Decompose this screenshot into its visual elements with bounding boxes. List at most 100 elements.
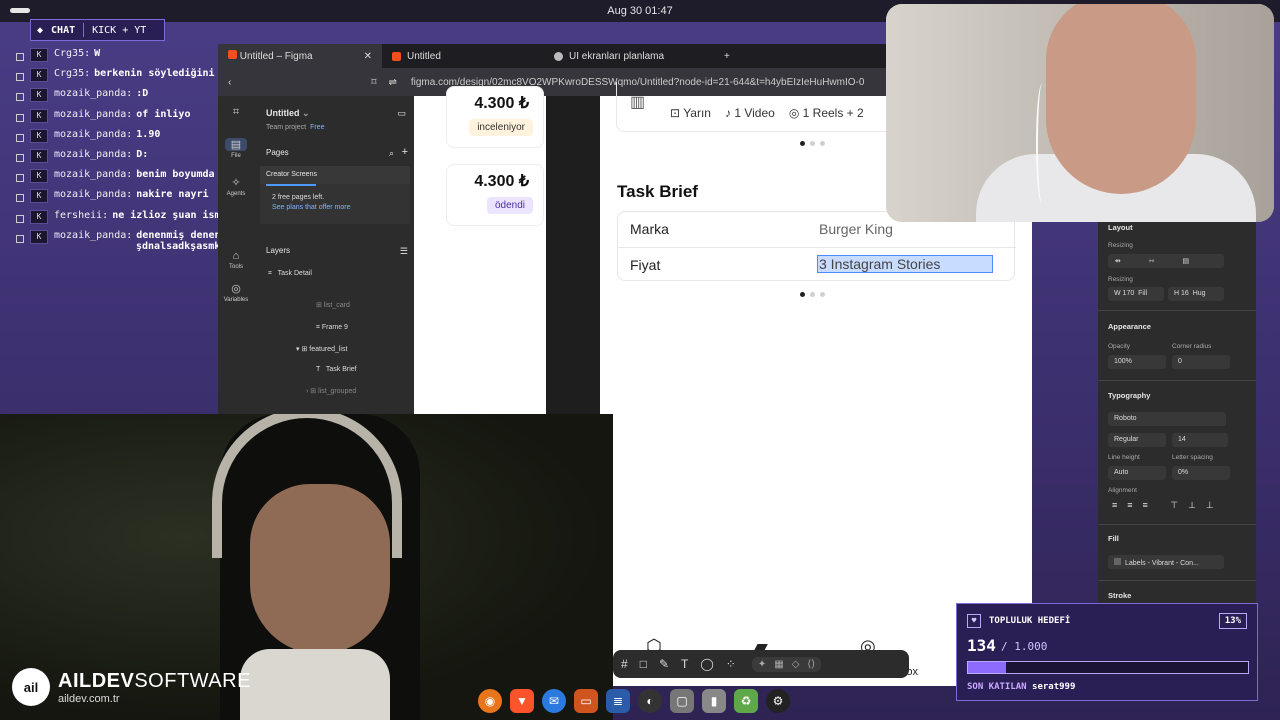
close-tab-icon[interactable]: ✕ [364,51,372,62]
community-goal-widget: ♥ TOPLULUK HEDEFİ 13% 134 / 1.000 SON KA… [956,603,1258,701]
appearance-heading: Appearance [1108,322,1151,331]
layers-menu-icon[interactable]: ☰ [400,246,408,257]
tab-strip: Untitled – Figma ✕ Untitled UI ekranları… [218,44,886,68]
calendar-icon: ⊡ [670,106,681,120]
bookmark-icon[interactable]: ⌑ [371,77,376,88]
actions-icon[interactable]: ⁘ [726,657,736,671]
font-family-select[interactable]: Roboto [1108,412,1226,426]
layer-frame-9[interactable]: ⌗ Frame 9 [316,324,348,332]
opacity-field[interactable]: 100% [1108,355,1166,369]
tab-ui-planning[interactable]: UI ekranları planlama [544,44,714,68]
figma-layers-panel: Untitled ⌄ ▭ Team project Free Pages ⌕ + … [254,96,414,414]
rail-agents[interactable]: ✧ Agents [218,176,254,197]
page-item-creator-screens[interactable]: Creator Screens [260,166,410,184]
brand-site: aildev.com.tr [58,692,120,705]
file-title[interactable]: Untitled ⌄ [266,108,310,119]
chat-username: mozaik_panda [54,128,127,140]
carousel-dots [800,292,825,297]
files-icon[interactable]: ▭ [574,689,598,713]
new-tab-button[interactable]: + [714,44,740,68]
layer-list-grouped[interactable]: › ⊞ list_grouped [306,387,356,395]
goal-current: 134 [967,636,996,655]
brave-icon[interactable]: ▼ [510,689,534,713]
tab-figma[interactable]: Untitled – Figma ✕ [218,44,382,68]
layer-list-card[interactable]: ⊞ list_card [316,301,350,309]
chip-video: ♪ 1 Video [724,106,775,120]
libreoffice-icon[interactable]: ≣ [606,689,630,713]
kick-badge-icon: K [30,148,48,163]
height-field[interactable]: H 16 Hug [1168,287,1224,301]
recycle-icon[interactable]: ♻ [734,689,758,713]
letter-spacing-field[interactable]: 0% [1172,466,1230,480]
app-icon[interactable]: ▢ [670,689,694,713]
payment-card[interactable]: 4.300 ₺ inceleniyor [446,86,544,148]
back-arrow-icon[interactable]: ‹ [228,77,231,88]
brief-row-price[interactable]: Fiyat 3 Instagram Stories [618,247,1016,282]
obs-icon[interactable]: ◐ [638,689,662,713]
chat-username: mozaik_panda [54,108,127,120]
layer-task-detail[interactable]: ⌗ Task Detail [268,270,312,278]
chat-text: 1.90 [136,128,161,140]
chat-username: Crg35 [54,68,85,80]
brand-name-suffix: SOFTWARE [134,669,251,692]
rail-tools[interactable]: ⌂ Tools [218,250,254,270]
font-weight-select[interactable]: Regular [1108,433,1166,447]
rail-label: Tools [228,264,243,270]
layout-heading: Layout [1108,223,1133,232]
canvas-frame-left: 4.300 ₺ inceleniyor 4.300 ₺ ödendi [414,86,546,414]
text-align-controls[interactable]: ≡≡≡ ⊤⊥⊥ [1112,500,1224,511]
firefox-icon[interactable]: ◉ [478,689,502,713]
figma-menu-icon[interactable]: ⌗ [218,106,254,121]
payment-card[interactable]: 4.300 ₺ ödendi [446,164,544,226]
opacity-label: Opacity [1108,343,1131,350]
figma-properties-panel: Layout Resizing ⇹⇿▤ Resizing W 170 Fill … [1098,214,1256,614]
corner-radius-field[interactable]: 0 [1172,355,1230,369]
chip-reels: ◎ 1 Reels + 2 [788,106,864,120]
pages-heading: Pages [266,148,289,157]
carousel-dots [800,141,825,146]
fill-style-field[interactable]: Labels - Vibrant - Con... [1108,555,1224,569]
text-tool-icon[interactable]: T [681,657,688,671]
kick-badge-icon: K [30,68,48,83]
chat-username: mozaik_panda [54,169,127,181]
deliverables-chips: ⊡ Yarın ♪ 1 Video ◎ 1 Reels + 2 [670,106,864,120]
comment-tool-icon[interactable]: ◯ [700,657,713,671]
pen-tool-icon[interactable]: ✎ [659,657,669,671]
layer-featured-list[interactable]: ▾ ⊞ featured_list [296,345,347,353]
line-height-field[interactable]: Auto [1108,466,1166,480]
font-size-field[interactable]: 14 [1172,433,1228,447]
thunderbird-icon[interactable]: ✉ [542,689,566,713]
brand-name: AILDEV [58,669,135,692]
rectangle-tool-icon[interactable]: □ [640,657,647,671]
goal-target: / 1.000 [1001,640,1048,653]
rail-variables[interactable]: ◎ Variables [218,282,254,303]
file-icon: ▤ [225,138,247,151]
width-field[interactable]: W 170 Fill [1108,287,1164,301]
plan-badge[interactable]: Free [310,124,324,131]
selected-text-layer[interactable]: 3 Instagram Stories [816,255,994,273]
dev-mode-group[interactable]: ✦ ▦ ◇ ⟨⟩ [751,656,822,672]
radius-label: Corner radius [1172,343,1212,350]
chat-bullet-icon [16,214,24,223]
layer-task-brief[interactable]: T Task Brief [316,366,357,373]
chat-bullet-icon [16,93,24,102]
panel-toggle-icon[interactable]: ▭ [397,108,406,119]
kick-badge-icon: K [30,169,48,184]
chat-bullet-icon [16,73,24,82]
rail-file[interactable]: ▤ File [218,138,254,159]
chat-username: mozaik_panda [54,88,127,100]
resizing-toggle[interactable]: ⇹⇿▤ [1108,254,1224,268]
frame-tool-icon[interactable]: # [621,657,628,671]
letter-spacing-label: Letter spacing [1172,454,1213,461]
payment-amount: 4.300 ₺ [474,95,529,112]
chat-text: W [94,48,101,59]
chat-username: mozaik_panda [54,189,127,201]
see-plans-link[interactable]: See plans that offer more [272,204,398,211]
storage-icon[interactable]: ▮ [702,689,726,713]
tab-untitled[interactable]: Untitled [382,44,544,68]
search-icon[interactable]: ⌕ [389,148,394,159]
canvas-background[interactable] [546,96,600,414]
add-page-icon[interactable]: + [402,146,408,158]
site-settings-icon[interactable]: ⇌ [388,77,396,88]
settings-icon[interactable]: ⚙ [766,689,790,713]
